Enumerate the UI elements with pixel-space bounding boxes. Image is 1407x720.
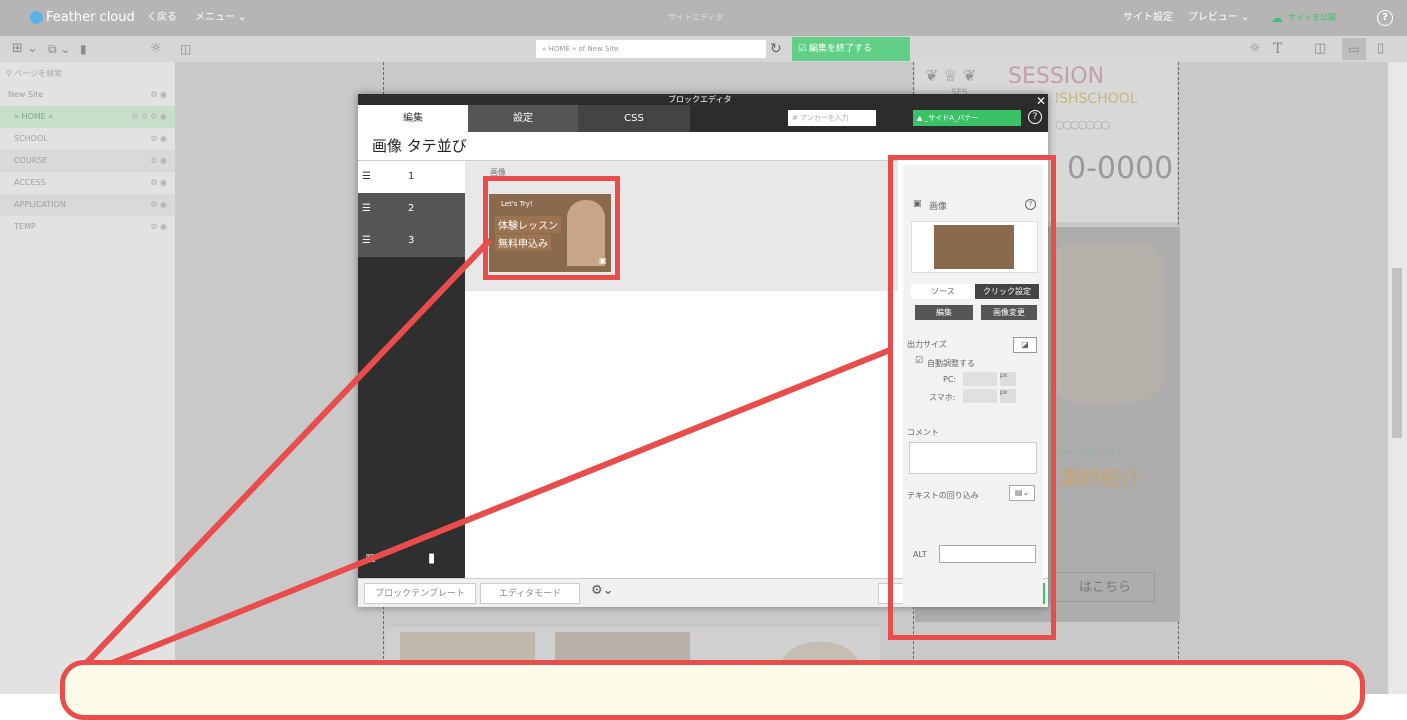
sidebar-item-access[interactable]: ACCESS ⚙ ◉ xyxy=(0,172,175,194)
sidebar-item-controls-icon[interactable]: ⚙ ◉ xyxy=(150,194,167,216)
editor-toolbar: ⊞ ⌄ ⧉ ⌄ ▮ ☼ ◫ » HOME » of New Site ↻ ☑ 編… xyxy=(0,36,1407,62)
desktop-view-icon[interactable]: ▭ xyxy=(1342,38,1366,60)
highlight-box-properties xyxy=(888,155,1056,640)
editor-mode-button[interactable]: エディタモード xyxy=(480,583,580,604)
duplicate-icon[interactable]: ⧉ xyxy=(366,551,375,566)
sidebar-item-controls-icon[interactable]: ⊖ ⊙ ⚙ ◉ xyxy=(132,106,167,128)
site-cta-button: はこちら xyxy=(1055,572,1155,602)
back-button[interactable]: く戻る xyxy=(147,0,177,36)
menu-button[interactable]: メニュー ⌄ xyxy=(195,0,247,36)
sidebar-item-label: COURSE xyxy=(14,156,48,165)
settings-gear-icon[interactable]: ⚙⌄ xyxy=(591,583,614,598)
site-photo xyxy=(1045,242,1165,402)
sidebar-item-temp[interactable]: TEMP ⚙ ◉ xyxy=(0,216,175,238)
row-number: 1 xyxy=(408,171,415,182)
sidebar-item-label: » HOME « xyxy=(14,112,54,121)
block-template-button[interactable]: ブロックテンプレート xyxy=(364,583,476,604)
site-circles: ○○○○○○○ xyxy=(1055,118,1110,131)
design-select-button[interactable]: ▲ _サイドA_バナー xyxy=(913,110,1021,126)
row-item-2[interactable]: ☰ 2 xyxy=(358,193,465,225)
sidebar-item-controls-icon[interactable]: ⚙ ◉ xyxy=(150,128,167,150)
site-phone: 0-0000 xyxy=(1067,151,1174,186)
page-search-input[interactable]: ページを検索 xyxy=(14,69,62,78)
row-number: 2 xyxy=(408,203,415,214)
row-item-1[interactable]: ☰ 1 xyxy=(358,161,465,193)
mobile-view-icon[interactable]: ▯ xyxy=(1377,36,1384,62)
highlight-box-thumbnail xyxy=(483,176,620,280)
modal-header: ブロックエディタ ✕ 編集 設定 CSS # アンカーを入力 ▲ _サイドA_バ… xyxy=(358,94,1048,132)
anchor-input[interactable]: # アンカーを入力 xyxy=(788,110,876,126)
finish-edit-button[interactable]: ☑ 編集を終了する xyxy=(792,37,910,61)
sidebar-item-course[interactable]: COURSE ⚙ ◉ xyxy=(0,150,175,172)
sidebar-item-label: SCHOOL xyxy=(14,134,48,143)
reload-icon[interactable]: ↻ xyxy=(770,36,782,62)
app-logo-text: Feather cloud xyxy=(46,10,135,25)
row-number: 3 xyxy=(408,235,415,246)
sidebar-item-school[interactable]: SCHOOL ⚙ ◉ xyxy=(0,128,175,150)
trash-icon[interactable]: ▮ xyxy=(428,551,435,566)
annotation-callout-box xyxy=(60,660,1365,720)
copy-page-icon[interactable]: ⧉ ⌄ xyxy=(48,36,70,62)
sidebar-item-label: TEMP xyxy=(14,222,36,231)
settings-icon[interactable]: ☼ xyxy=(1249,36,1261,62)
help-icon[interactable]: ? xyxy=(1028,110,1042,124)
tab-edit[interactable]: 編集 xyxy=(358,105,468,132)
publish-button[interactable]: サイトを公開 xyxy=(1288,0,1336,36)
sidebar-item-controls-icon[interactable]: ⚙ ◉ xyxy=(150,216,167,238)
tab-css[interactable]: CSS xyxy=(578,105,690,132)
preview-button[interactable]: プレビュー ⌄ xyxy=(1188,0,1250,36)
text-tool-icon[interactable]: T xyxy=(1273,36,1282,62)
site-logo-text: SESSION xyxy=(1008,64,1105,89)
tab-label: 設定 xyxy=(513,113,533,124)
sidebar-item-label: ACCESS xyxy=(14,178,46,187)
sidebar-item-controls-icon[interactable]: ⚙ ◉ xyxy=(150,150,167,172)
site-fun-text: Fun Fun Fun ! xyxy=(1060,447,1121,457)
close-icon[interactable]: ✕ xyxy=(1036,94,1046,108)
sidebar-item-controls-icon[interactable]: ⚙ ◉ xyxy=(150,84,167,106)
sidebar-item-controls-icon[interactable]: ⚙ ◉ xyxy=(150,172,167,194)
finish-edit-label: 編集を終了する xyxy=(808,44,872,54)
sidebar-item-label: APPLICATION xyxy=(14,200,66,209)
feather-cloud-logo-icon xyxy=(30,11,43,24)
tab-label: 編集 xyxy=(403,113,423,124)
site-settings-button[interactable]: サイト設定 xyxy=(1123,0,1173,36)
row-item-3[interactable]: ☰ 3 xyxy=(358,225,465,257)
sidebar-toggle-icon[interactable]: ◫ xyxy=(180,36,191,62)
canvas-scrollbar-thumb[interactable] xyxy=(1392,268,1402,438)
help-icon[interactable]: ? xyxy=(1377,10,1393,26)
modal-title: ブロックエディタ xyxy=(668,95,732,104)
drag-handle-icon[interactable]: ☰ xyxy=(362,193,371,225)
add-page-icon[interactable]: ⊞ ⌄ xyxy=(12,36,38,62)
trash-icon[interactable]: ▮ xyxy=(80,36,87,62)
sidebar-item-label: New Site xyxy=(8,90,44,99)
page-url-field[interactable]: » HOME » of New Site xyxy=(536,40,766,58)
drag-handle-icon[interactable]: ☰ xyxy=(362,161,371,193)
layout-icon[interactable]: ◫ xyxy=(1314,36,1326,62)
sidebar-item-new-site[interactable]: New Site ⚙ ◉ xyxy=(0,84,175,106)
publish-icon: ☁ xyxy=(1271,11,1283,25)
sidebar-item-home[interactable]: » HOME « ⊖ ⊙ ⚙ ◉ xyxy=(0,106,175,128)
top-bar: Feather cloud く戻る メニュー ⌄ サイトエディタ サイト設定 プ… xyxy=(0,0,1407,36)
editor-title: サイトエディタ xyxy=(668,13,724,22)
tab-settings[interactable]: 設定 xyxy=(468,105,578,132)
block-heading: 画像 タテ並び xyxy=(358,132,898,161)
page-tree-sidebar: ⚲ ページを検索 New Site ⚙ ◉ » HOME « ⊖ ⊙ ⚙ ◉ SCH… xyxy=(0,62,175,694)
tab-label: CSS xyxy=(624,113,644,124)
page-search[interactable]: ⚲ ページを検索 xyxy=(6,68,166,82)
site-school-text: ISHSCHOOL xyxy=(1055,91,1138,107)
site-instructor-text: 講師紹介 xyxy=(1060,466,1140,490)
drag-handle-icon[interactable]: ☰ xyxy=(362,225,371,257)
gear-icon[interactable]: ☼ xyxy=(150,36,162,62)
row-list: ☰ 1 ☰ 2 ☰ 3 ⧉ ▮ xyxy=(358,161,465,578)
sidebar-item-application[interactable]: APPLICATION ⚙ ◉ xyxy=(0,194,175,216)
